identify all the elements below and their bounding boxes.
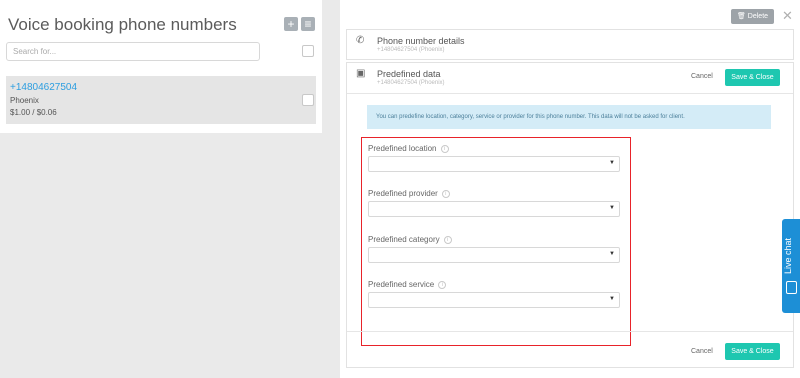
divider bbox=[347, 93, 793, 94]
info-icon[interactable]: i bbox=[441, 189, 450, 198]
provider-select[interactable]: ▼ bbox=[368, 201, 620, 217]
menu-button[interactable]: ≡ bbox=[301, 17, 315, 31]
category-select[interactable]: ▼ bbox=[368, 247, 620, 263]
item-checkbox[interactable] bbox=[302, 94, 314, 106]
chat-icon bbox=[786, 281, 797, 294]
phone-numbers-panel: Voice booking phone numbers + ≡ +1480462… bbox=[0, 0, 322, 133]
location-label: Predefined location i bbox=[368, 144, 449, 153]
info-icon[interactable]: i bbox=[440, 144, 449, 153]
menu-icon: ≡ bbox=[304, 17, 312, 31]
footer-cancel-button[interactable]: Cancel bbox=[691, 348, 713, 355]
select-all-checkbox[interactable] bbox=[302, 45, 314, 57]
category-label: Predefined category i bbox=[368, 235, 452, 244]
delete-button[interactable]: 🗑 Delete bbox=[731, 9, 774, 24]
details-panel: 🗑 Delete ✕ ✆ Phone number details +14804… bbox=[340, 0, 800, 378]
service-label: Predefined service i bbox=[368, 280, 447, 289]
info-icon[interactable]: i bbox=[443, 235, 452, 244]
predefined-data-card: ▣ Predefined data +14804627504 (Phoenix)… bbox=[346, 62, 794, 368]
trash-icon: 🗑 bbox=[736, 13, 746, 20]
price-label: $1.00 / $0.06 bbox=[10, 108, 57, 117]
list-item[interactable]: +14804627504 Phoenix $1.00 / $0.06 bbox=[6, 76, 316, 124]
caret-down-icon: ▼ bbox=[609, 296, 615, 302]
predefined-fields-group: Predefined location i ▼ Predefined provid… bbox=[361, 137, 631, 346]
live-chat-label: Live chat bbox=[783, 237, 793, 274]
phone-details-card[interactable]: ✆ Phone number details +14804627504 (Pho… bbox=[346, 29, 794, 60]
caret-down-icon: ▼ bbox=[609, 205, 615, 211]
service-select[interactable]: ▼ bbox=[368, 292, 620, 308]
id-card-icon: ▣ bbox=[356, 68, 366, 79]
divider bbox=[347, 331, 793, 332]
city-label: Phoenix bbox=[10, 96, 39, 105]
plus-icon: + bbox=[287, 17, 295, 31]
info-icon[interactable]: i bbox=[438, 280, 447, 289]
delete-label: Delete bbox=[747, 13, 769, 20]
save-close-button[interactable]: Save & Close bbox=[725, 69, 780, 86]
provider-label: Predefined provider i bbox=[368, 189, 450, 198]
phone-number-link[interactable]: +14804627504 bbox=[10, 82, 77, 93]
search-input[interactable] bbox=[6, 42, 260, 61]
caret-down-icon: ▼ bbox=[609, 160, 615, 166]
close-icon[interactable]: ✕ bbox=[782, 8, 793, 24]
phone-icon: ✆ bbox=[356, 35, 365, 46]
location-select[interactable]: ▼ bbox=[368, 156, 620, 172]
card-subtitle: +14804627504 (Phoenix) bbox=[377, 80, 445, 86]
add-button[interactable]: + bbox=[284, 17, 298, 31]
info-message: You can predefine location, category, se… bbox=[367, 105, 771, 129]
caret-down-icon: ▼ bbox=[609, 251, 615, 257]
footer-save-close-button[interactable]: Save & Close bbox=[725, 343, 780, 360]
card-title: Phone number details bbox=[377, 36, 465, 46]
panel-title: Voice booking phone numbers bbox=[8, 15, 237, 34]
cancel-button[interactable]: Cancel bbox=[691, 73, 713, 80]
card-subtitle: +14804627504 (Phoenix) bbox=[377, 47, 445, 53]
card-title: Predefined data bbox=[377, 69, 441, 79]
live-chat-tab[interactable]: Live chat bbox=[782, 219, 800, 313]
